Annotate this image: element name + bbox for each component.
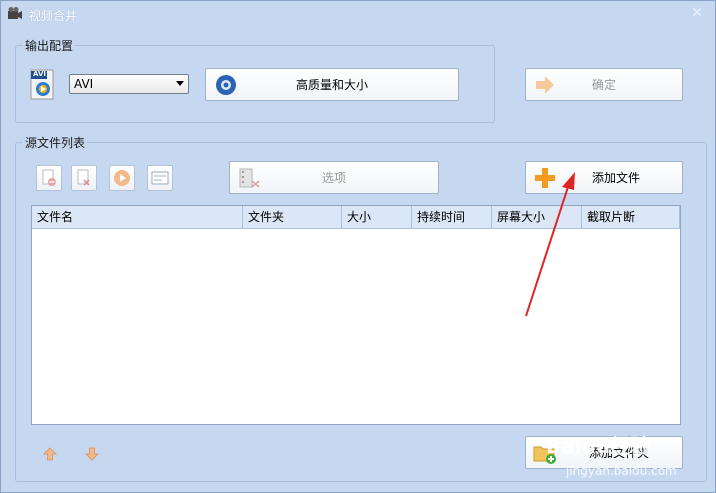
arrow-down-icon [85,447,99,461]
remove-file-button[interactable] [36,165,62,191]
column-header-screen-size[interactable]: 屏幕大小 [492,206,582,228]
options-label: 选项 [321,171,346,185]
clear-files-button[interactable] [71,165,97,191]
close-button[interactable]: ✕ [689,5,705,21]
remove-file-icon [42,169,56,186]
column-header-folder[interactable]: 文件夹 [243,206,342,228]
plus-icon [535,168,555,188]
avi-format-icon: AVI [29,69,57,101]
play-button[interactable] [109,165,135,191]
film-camera-icon [8,7,22,19]
format-select-value: AVI [74,77,94,91]
video-merge-window: 视频合并 ✕ 输出配置 AVI AVI 高质量和大小 确定 源文件列表 选项 添… [0,0,716,493]
confirm-label: 确定 [591,78,616,92]
title-bar: 视频合并 ✕ [1,1,715,27]
column-header-size[interactable]: 大小 [342,206,412,228]
add-file-label: 添加文件 [591,171,640,185]
column-header-duration[interactable]: 持续时间 [412,206,492,228]
add-file-button[interactable]: 添加文件 [525,161,683,194]
options-button[interactable]: 选项 [229,161,439,194]
column-header-filename[interactable]: 文件名 [32,206,243,228]
delete-file-icon [77,169,90,186]
properties-button[interactable] [147,165,173,191]
properties-icon [151,171,169,185]
source-list-label: 源文件列表 [23,134,88,151]
arrow-right-icon [536,76,554,94]
output-config-label: 输出配置 [23,37,76,54]
table-header: 文件名 文件夹 大小 持续时间 屏幕大小 截取片断 [32,206,680,229]
quality-size-label: 高质量和大小 [295,78,368,92]
chevron-down-icon [176,81,184,86]
settings-gear-icon [216,75,236,95]
play-icon [114,170,130,186]
move-down-button[interactable] [79,441,105,467]
close-icon: ✕ [691,5,703,21]
format-select[interactable]: AVI [69,74,189,94]
source-file-table[interactable]: 文件名 文件夹 大小 持续时间 屏幕大小 截取片断 [31,205,681,425]
film-edit-icon [239,168,260,188]
watermark-url: jingyan.baidu.com [566,464,677,478]
move-up-button[interactable] [37,441,63,467]
arrow-up-icon [43,447,57,461]
window-title: 视频合并 [29,9,78,23]
quality-size-button[interactable]: 高质量和大小 [205,68,459,101]
column-header-clip[interactable]: 截取片断 [582,206,680,228]
confirm-button[interactable]: 确定 [525,68,683,101]
baidu-watermark: Baidu经验 [546,434,651,458]
